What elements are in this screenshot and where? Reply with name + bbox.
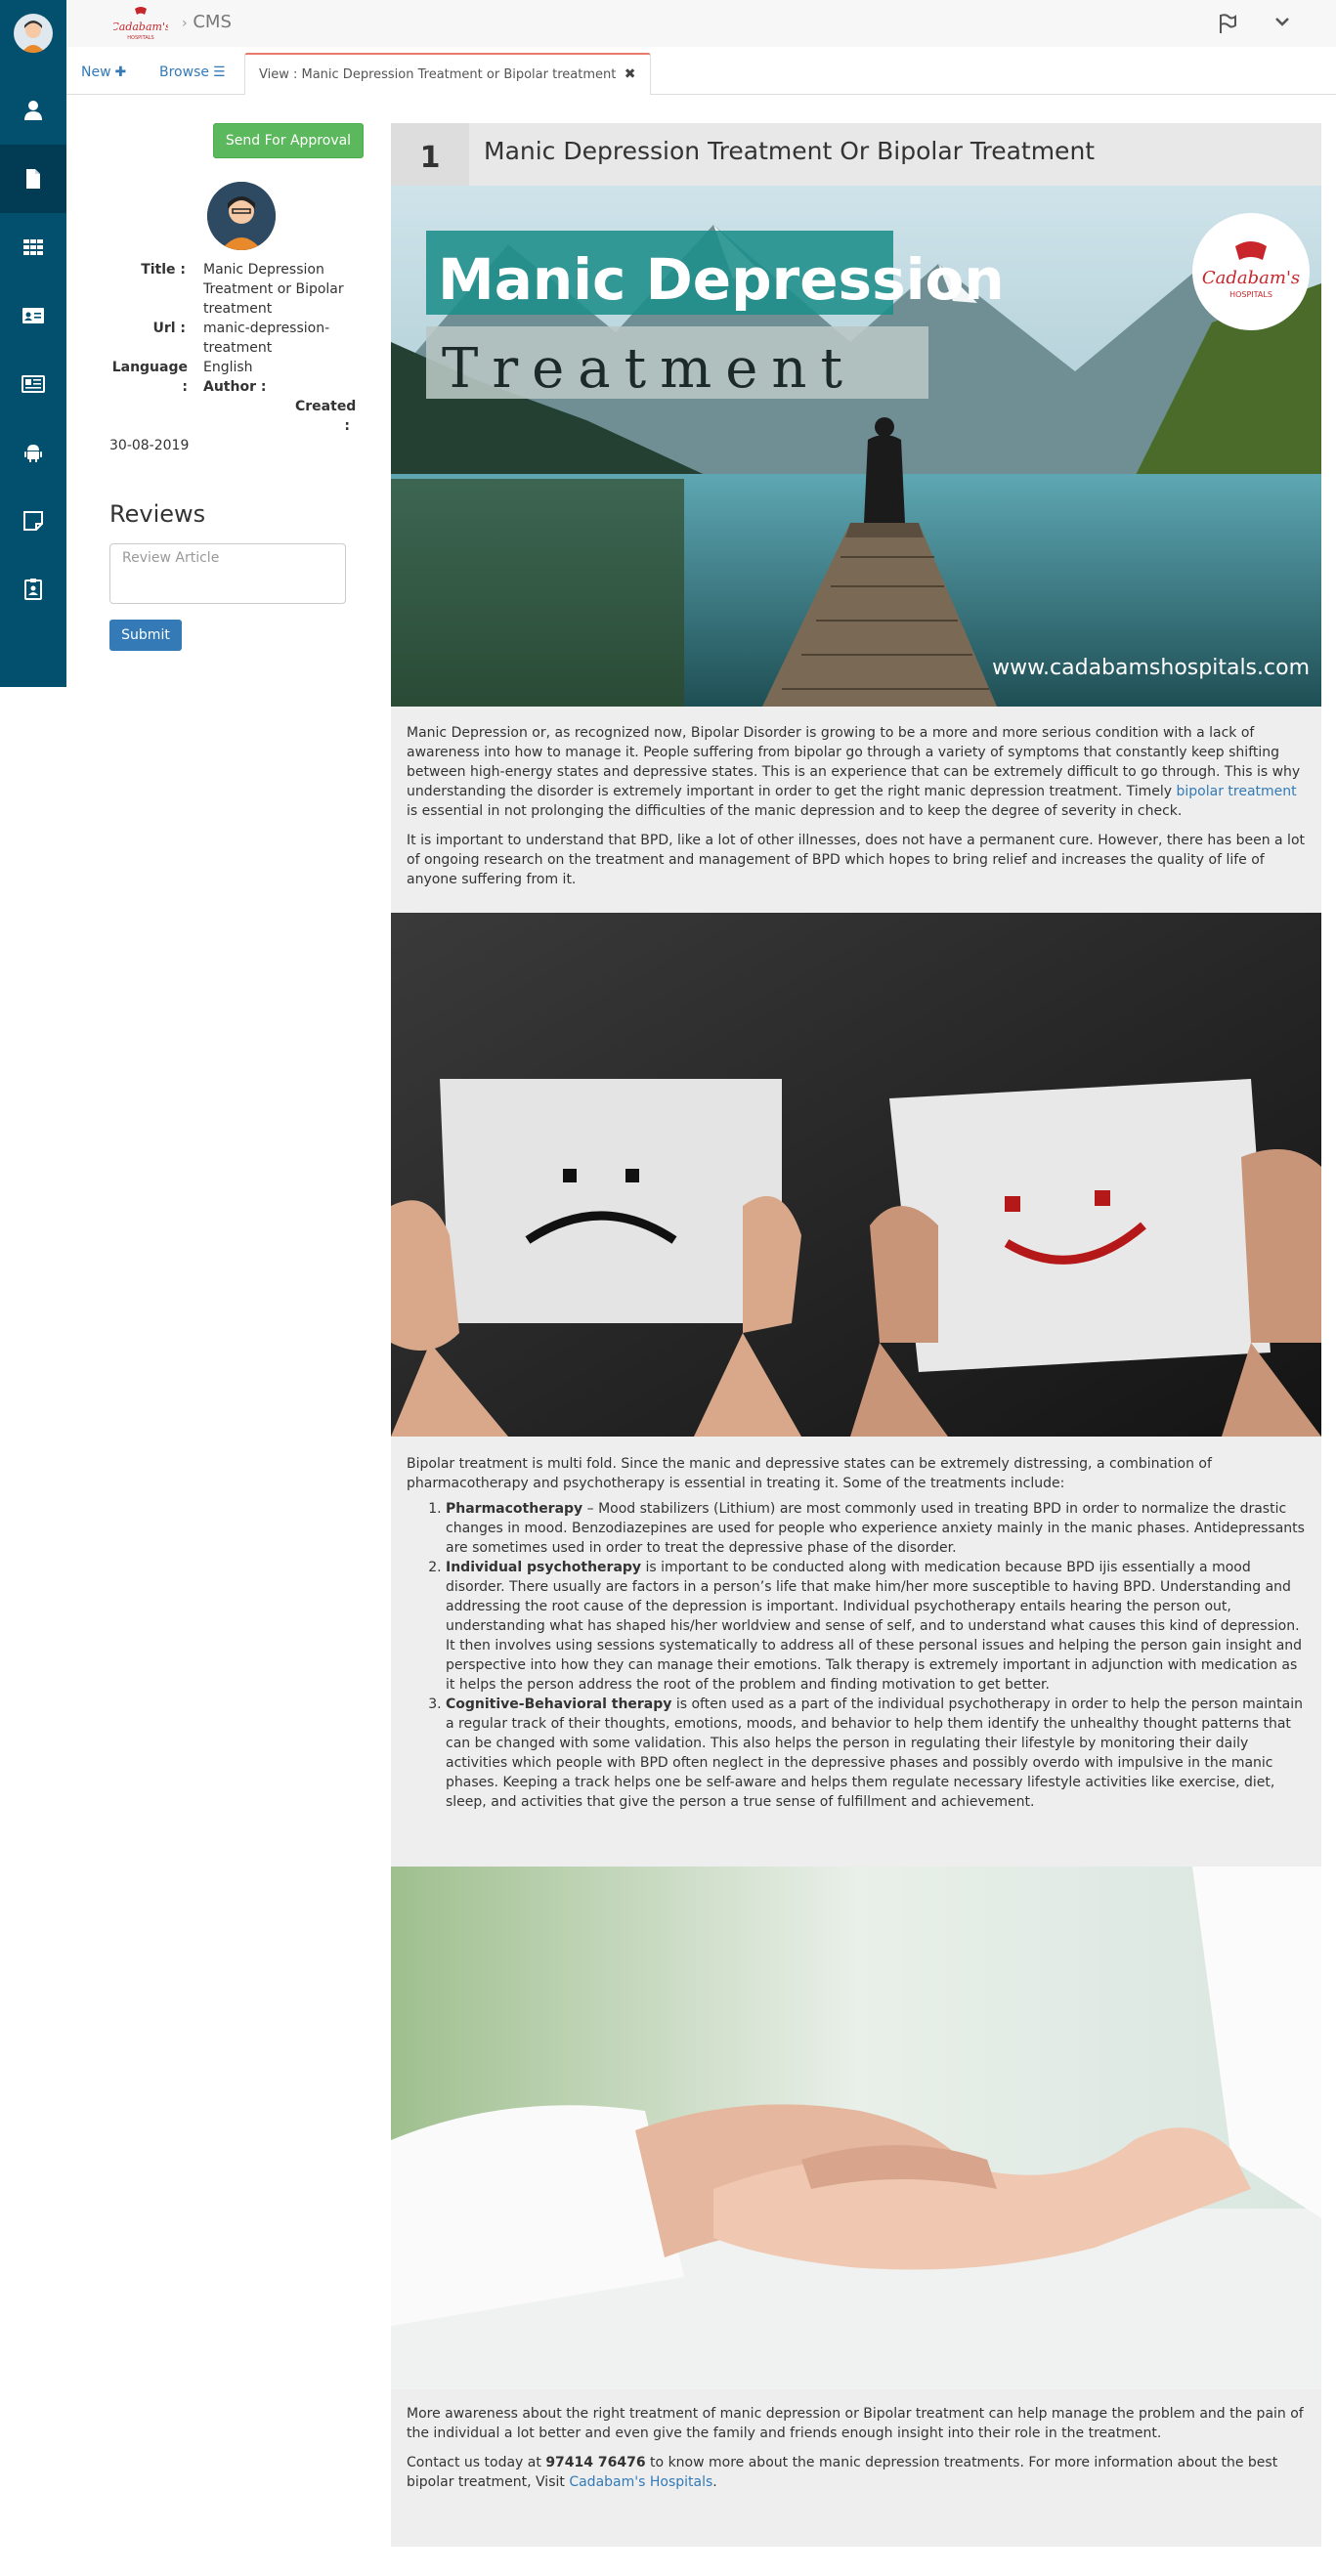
list-icon: ☰ bbox=[212, 64, 226, 80]
banner-image: Manic Depression Treatment Cadabam's HOS… bbox=[391, 186, 1321, 707]
phone-number: 97414 76476 bbox=[545, 2455, 646, 2470]
url-value: manic-depression-treatment bbox=[203, 321, 330, 356]
svg-text:Cadabam's: Cadabam's bbox=[113, 21, 168, 33]
badge-icon bbox=[24, 579, 42, 600]
url-label: Url : bbox=[152, 321, 186, 336]
cadabams-hospitals-link[interactable]: Cadabam's Hospitals bbox=[569, 2474, 712, 2490]
reviews-heading: Reviews bbox=[109, 500, 206, 528]
intro-paragraph-1: Manic Depression or, as recognized now, … bbox=[407, 725, 1301, 819]
top-bar: Cadabam's HOSPITALS › CMS bbox=[66, 0, 1336, 48]
newspaper-icon bbox=[22, 375, 45, 393]
sidebar-item-grid[interactable] bbox=[0, 213, 66, 281]
closing-paragraph-1: More awareness about the right treatment… bbox=[407, 2406, 1304, 2441]
flag-button[interactable] bbox=[1216, 12, 1239, 35]
chevron-down-icon bbox=[1275, 18, 1289, 26]
list-item: Individual psychotherapy is important to… bbox=[446, 1558, 1306, 1695]
sidebar-item-users[interactable] bbox=[0, 76, 66, 145]
language-value: English bbox=[203, 360, 253, 375]
svg-text:HOSPITALS: HOSPITALS bbox=[127, 35, 153, 41]
treatment-list: Pharmacotherapy – Mood stabilizers (Lith… bbox=[407, 1499, 1306, 1812]
closing-text: More awareness about the right treatment… bbox=[407, 2404, 1306, 2502]
tab-view[interactable]: View : Manic Depression Treatment or Bip… bbox=[244, 53, 651, 95]
tab-new[interactable]: New ✚ bbox=[81, 64, 126, 80]
created-label: Created : bbox=[295, 399, 357, 434]
banner-logo-sub: HOSPITALS bbox=[1229, 290, 1272, 299]
tab-browse[interactable]: Browse ☰ bbox=[159, 64, 226, 80]
article-title: Manic Depression Treatment Or Bipolar Tr… bbox=[484, 137, 1096, 165]
sidebar-item-contacts[interactable] bbox=[0, 281, 66, 350]
send-for-approval-button[interactable]: Send For Approval bbox=[213, 123, 364, 158]
review-article-input[interactable]: Review Article bbox=[109, 543, 346, 604]
android-icon bbox=[24, 445, 42, 462]
user-icon bbox=[24, 101, 42, 120]
intro-paragraph-2: It is important to understand that BPD, … bbox=[407, 833, 1306, 887]
user-avatar[interactable] bbox=[14, 14, 53, 53]
sidebar-item-app[interactable] bbox=[0, 418, 66, 487]
tab-browse-label: Browse bbox=[159, 64, 209, 80]
treatment-intro: Bipolar treatment is multi fold. Since t… bbox=[407, 1456, 1212, 1491]
created-value: 30-08-2019 bbox=[109, 438, 190, 453]
flag-icon bbox=[1220, 14, 1236, 33]
breadcrumb-cms[interactable]: CMS bbox=[193, 12, 232, 32]
list-item: Cognitive-Behavioral therapy is often us… bbox=[446, 1695, 1306, 1812]
id-card-icon bbox=[22, 308, 44, 323]
hands-image bbox=[391, 1867, 1321, 2389]
bipolar-treatment-link[interactable]: bipolar treatment bbox=[1177, 784, 1297, 799]
sticky-note-icon bbox=[23, 511, 43, 531]
close-icon[interactable]: ✖ bbox=[625, 66, 636, 82]
faces-image bbox=[391, 913, 1321, 1437]
article-preview: 1 Manic Depression Treatment Or Bipolar … bbox=[391, 123, 1321, 2547]
banner-logo-text: Cadabam's bbox=[1202, 268, 1300, 288]
intro-text: Manic Depression or, as recognized now, … bbox=[407, 723, 1306, 899]
tab-new-label: New bbox=[81, 64, 111, 80]
language-label: Language : bbox=[111, 360, 188, 395]
breadcrumb: › CMS bbox=[182, 12, 232, 32]
sidebar-item-news[interactable] bbox=[0, 350, 66, 418]
sidebar-item-notes[interactable] bbox=[0, 487, 66, 555]
author-label: Author : bbox=[203, 379, 267, 395]
banner-line1: Manic Depression bbox=[438, 246, 1005, 313]
chevron-right-icon: › bbox=[182, 16, 188, 31]
submit-button[interactable]: Submit bbox=[109, 620, 182, 651]
title-label: Title : bbox=[141, 262, 186, 278]
treatment-text: Bipolar treatment is multi fold. Since t… bbox=[407, 1454, 1306, 1812]
author-avatar bbox=[207, 182, 276, 250]
file-icon bbox=[26, 169, 40, 189]
sidebar-item-badge[interactable] bbox=[0, 555, 66, 623]
title-value: Manic Depression Treatment or Bipolar tr… bbox=[203, 262, 344, 317]
grid-icon bbox=[23, 239, 43, 255]
list-item: Pharmacotherapy – Mood stabilizers (Lith… bbox=[446, 1499, 1306, 1558]
banner-line2: Treatment bbox=[442, 337, 856, 401]
tab-bar: New ✚ Browse ☰ View : Manic Depression Tre… bbox=[66, 47, 1336, 95]
hospital-logo[interactable]: Cadabam's HOSPITALS bbox=[110, 5, 171, 44]
article-number: 1 bbox=[391, 123, 469, 186]
tab-view-label: View : Manic Depression Treatment or Bip… bbox=[259, 67, 617, 82]
contact-paragraph: Contact us today at 97414 76476 to know … bbox=[407, 2455, 1278, 2490]
user-menu-toggle[interactable] bbox=[1271, 10, 1294, 33]
sidebar-item-articles[interactable] bbox=[0, 145, 66, 213]
article-header: 1 Manic Depression Treatment Or Bipolar … bbox=[391, 123, 1321, 186]
banner-url: www.cadabamshospitals.com bbox=[992, 656, 1310, 680]
sidebar bbox=[0, 0, 66, 687]
plus-icon: ✚ bbox=[114, 64, 127, 80]
